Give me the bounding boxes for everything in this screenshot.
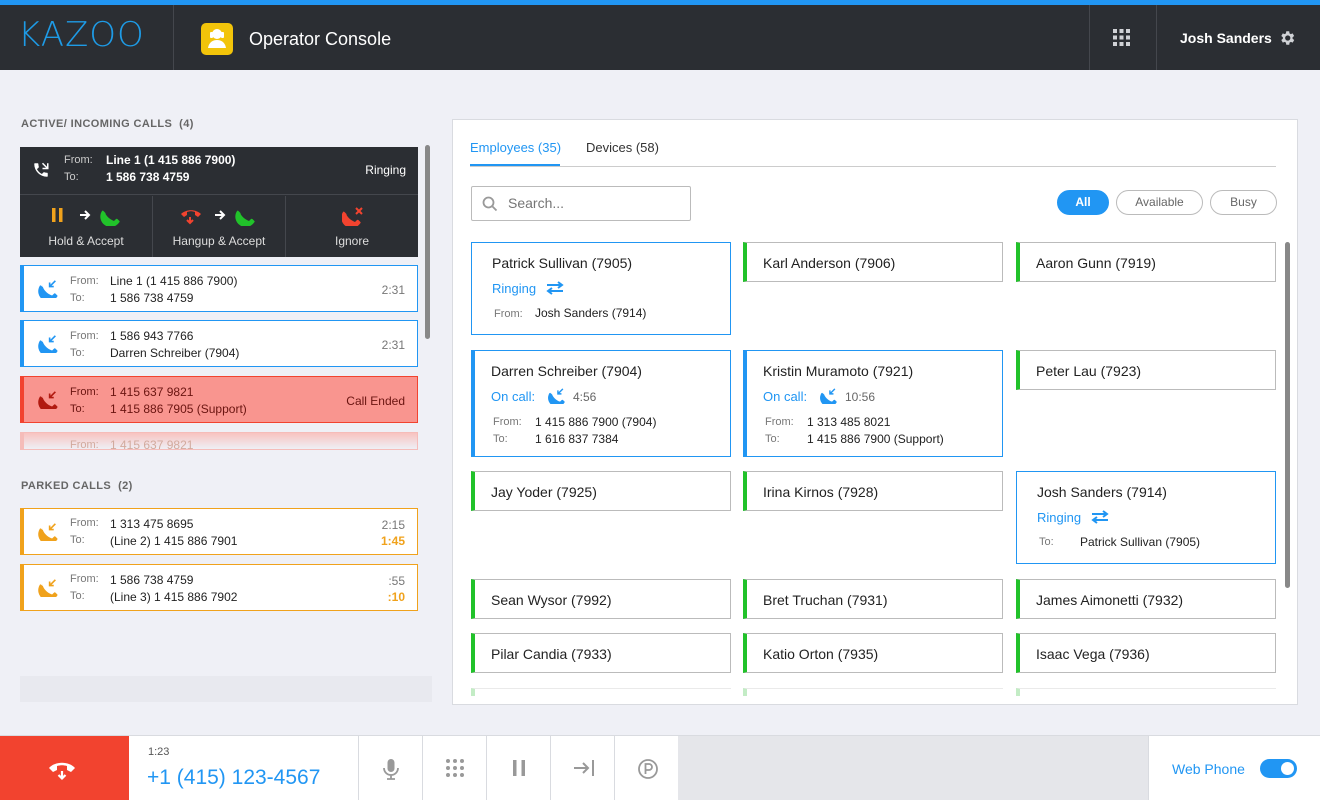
employee-card-ringing[interactable]: Josh Sanders (7914) Ringing To: Patrick … [1016,471,1276,564]
transfer-icon [546,281,564,295]
employee-card[interactable]: Peter Lau (7923) [1016,350,1276,390]
hold-accept-button[interactable]: Hold & Accept [20,196,153,257]
web-phone-label: Web Phone [1172,761,1245,777]
employee-card[interactable]: Pilar Candia (7933) [471,633,731,673]
missed-call-icon [38,391,58,409]
current-call-card[interactable]: From: Line 1 (1 415 886 7900) To: 1 586 … [20,147,418,257]
ignore-button[interactable]: Ignore [286,196,418,257]
parked-calls-heading: PARKED CALLS (2) [21,480,133,492]
employee-card-ringing[interactable]: Patrick Sullivan (7905) Ringing From: Jo… [471,242,731,335]
gear-icon[interactable] [1278,29,1296,47]
footer-spacer [678,736,1148,800]
filter-all[interactable]: All [1057,190,1109,215]
active-calls-heading: ACTIVE/ INCOMING CALLS (4) [21,118,194,130]
incoming-call-icon [38,335,58,353]
search-input[interactable] [508,195,678,211]
hangup-accept-button[interactable]: Hangup & Accept [153,196,286,257]
call-duration: :55 [388,574,405,588]
divider [1156,5,1157,70]
apps-grid-icon[interactable] [1113,29,1130,46]
hold-button[interactable] [486,736,550,800]
tab-devices[interactable]: Devices (58) [586,140,659,155]
directory-scrollbar[interactable] [1285,242,1290,588]
incoming-call-icon [34,162,49,177]
call-item-partial[interactable]: From: 1 415 637 9821 [20,432,418,450]
employee-card[interactable]: Irina Kirnos (7928) [743,471,1003,511]
parked-call-icon [38,579,58,597]
call-status: Ringing [365,163,406,177]
employee-card-partial [743,688,1003,696]
call-item[interactable]: From: Line 1 (1 415 886 7900) To: 1 586 … [20,265,418,312]
parked-drop-zone [20,676,432,702]
filter-available[interactable]: Available [1116,190,1203,215]
filter-busy[interactable]: Busy [1210,190,1277,215]
employee-card[interactable]: Bret Truchan (7931) [743,579,1003,619]
call-item-ended[interactable]: From: 1 415 637 9821 To: 1 415 886 7905 … [20,376,418,423]
employee-card[interactable]: Katio Orton (7935) [743,633,1003,673]
keypad-button[interactable] [422,736,486,800]
top-bar: KAZOO Operator Console Josh Sanders [0,0,1320,70]
hold-accept-icon [52,208,120,226]
search-box[interactable] [471,186,691,221]
outgoing-call-icon [820,388,837,404]
employee-card[interactable]: Karl Anderson (7906) [743,242,1003,282]
divider [173,5,174,70]
park-icon [638,759,658,779]
employee-status: Ringing [492,281,537,296]
call-timer: 1:23 [148,746,170,758]
hangup-button[interactable] [0,736,129,800]
transfer-icon [1091,510,1109,524]
divider [1148,736,1149,800]
tab-divider [470,166,1276,167]
park-duration: 1:45 [380,534,405,548]
call-control-bar: 1:23 +1 (415) 123-4567 Web Phone [0,735,1320,800]
employee-card[interactable]: Sean Wysor (7992) [471,579,731,619]
app-title: Operator Console [249,29,392,49]
toggle-knob [1281,762,1294,775]
incoming-call-icon [548,388,565,404]
mute-button[interactable] [358,736,422,800]
search-icon [482,196,498,212]
employee-card-partial [1016,688,1276,696]
employee-card-partial [471,688,731,696]
employee-card[interactable]: James Aimonetti (7932) [1016,579,1276,619]
parked-call-item[interactable]: From: 1 586 738 4759 To: (Line 3) 1 415 … [20,564,418,611]
park-button[interactable] [614,736,678,800]
ignore-call-icon [342,207,363,226]
tab-employees[interactable]: Employees (35) [470,140,561,155]
from-label: From: [64,154,93,166]
calls-scrollbar[interactable] [425,145,430,339]
transfer-out-icon [574,760,594,776]
directory-panel: Employees (35) Devices (58) All Availabl… [452,119,1298,705]
park-duration: :10 [387,590,405,604]
call-item[interactable]: From: 1 586 943 7766 To: Darren Schreibe… [20,320,418,367]
active-number: +1 (415) 123-4567 [147,766,321,789]
call-duration: 2:15 [381,518,405,532]
transfer-button[interactable] [550,736,614,800]
microphone-icon [383,759,399,780]
call-status: Call Ended [346,394,405,408]
hangup-accept-icon [181,210,255,226]
parked-call-icon [38,523,58,541]
kazoo-logo[interactable]: KAZOO [18,15,145,55]
caller-line: Line 1 (1 415 886 7900) [106,153,236,167]
hangup-icon [49,762,75,781]
employee-card-on-call[interactable]: Kristin Muramoto (7921) On call: 10:56 F… [743,350,1003,457]
employee-card-on-call[interactable]: Darren Schreiber (7904) On call: 4:56 Fr… [471,350,731,457]
employee-card[interactable]: Isaac Vega (7936) [1016,633,1276,673]
callee-number: 1 586 738 4759 [106,170,190,184]
web-phone-toggle[interactable] [1260,759,1297,778]
keypad-icon [446,759,464,777]
call-duration: 2:31 [381,283,405,297]
incoming-call-icon [38,280,58,298]
parked-call-item[interactable]: From: 1 313 475 8695 To: (Line 2) 1 415 … [20,508,418,555]
employee-card[interactable]: Aaron Gunn (7919) [1016,242,1276,282]
operator-app-icon [201,23,233,55]
divider [1089,5,1090,70]
pause-icon [513,760,525,776]
employee-card[interactable]: Jay Yoder (7925) [471,471,731,511]
call-duration: 2:31 [381,338,405,352]
to-label: To: [64,171,79,183]
user-name[interactable]: Josh Sanders [1180,30,1272,46]
